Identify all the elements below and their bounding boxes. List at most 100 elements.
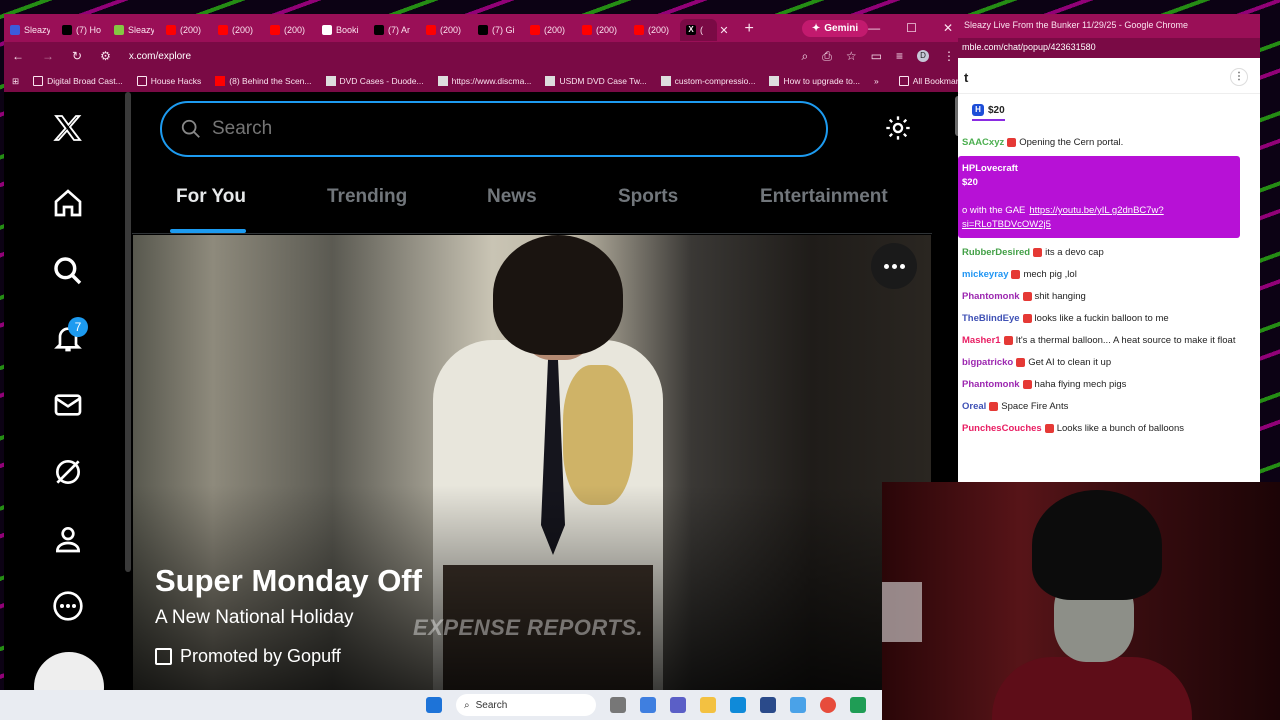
- settings-gear-icon[interactable]: [884, 114, 912, 142]
- rant-message: HPLovecraft $20 o with the GAE https://yout…: [958, 156, 1240, 238]
- url-field[interactable]: x.com/explore: [129, 51, 191, 62]
- tab-entertainment[interactable]: Entertainment: [760, 186, 888, 208]
- address-bar: ← → ↻ ⚙ x.com/explore ⌕ ⎙ ☆ ▭ ≡ D ⋮: [4, 42, 963, 70]
- browser-tab[interactable]: Sleazy: [4, 19, 56, 41]
- new-tab-button[interactable]: +: [745, 20, 754, 38]
- tab-news[interactable]: News: [487, 186, 537, 208]
- browser-tab[interactable]: Booki: [316, 19, 368, 41]
- hero-image-face: [523, 290, 593, 360]
- back-icon[interactable]: ←: [12, 49, 24, 63]
- all-bookmarks-button[interactable]: All Bookmarks: [898, 76, 963, 86]
- settings-app-icon[interactable]: [790, 697, 806, 713]
- profile-icon[interactable]: [52, 523, 84, 555]
- webcam-person-hat: [1032, 490, 1162, 600]
- store-icon[interactable]: [760, 697, 776, 713]
- close-window-icon[interactable]: ✕: [943, 21, 953, 35]
- x-logo-icon[interactable]: [52, 112, 84, 144]
- browser-tab[interactable]: (7) Gi: [472, 19, 524, 41]
- chat-text: Get AI to clean it up: [1028, 357, 1112, 368]
- promoted-arrow-icon: [155, 648, 172, 665]
- browser-tab[interactable]: (200): [524, 19, 576, 41]
- more-options-button[interactable]: [871, 243, 917, 289]
- chat-username[interactable]: RubberDesired: [962, 247, 1030, 258]
- browser-tab[interactable]: (200): [576, 19, 628, 41]
- browser-tab[interactable]: (7) Ar: [368, 19, 420, 41]
- maximize-icon[interactable]: ☐: [906, 21, 917, 35]
- chat-username[interactable]: bigpatricko: [962, 357, 1013, 368]
- chat-text: haha flying mech pigs: [1034, 379, 1127, 390]
- more-icon[interactable]: [52, 590, 84, 622]
- bookmark-item[interactable]: House Hacks: [136, 76, 201, 86]
- chat-username[interactable]: mickeyray: [962, 269, 1008, 280]
- hero-image-hair: [493, 235, 623, 355]
- bookmarks-bar: ⊞ Digital Broad Cast... House Hacks (8) Be…: [4, 70, 963, 92]
- youtube-icon: [215, 76, 226, 86]
- media-icon[interactable]: ≡: [896, 49, 903, 63]
- home-icon[interactable]: [52, 187, 84, 219]
- bookmark-item[interactable]: USDM DVD Case Tw...: [545, 76, 647, 86]
- copilot-icon[interactable]: [640, 697, 656, 713]
- chat-username[interactable]: Phantomonk: [962, 291, 1020, 302]
- sidebar-icon[interactable]: ▭: [871, 49, 882, 63]
- site-info-icon[interactable]: ⚙: [100, 49, 111, 63]
- chat-username[interactable]: Phantomonk: [962, 379, 1020, 390]
- gemini-button[interactable]: ✦ Gemini: [801, 19, 869, 37]
- rumble-icon: [10, 25, 20, 35]
- forward-icon[interactable]: →: [42, 49, 54, 63]
- minimize-icon[interactable]: —: [868, 21, 880, 35]
- more-bookmarks-icon[interactable]: »: [874, 76, 879, 86]
- chat-menu-icon[interactable]: ⋮: [1230, 68, 1248, 86]
- chat-username[interactable]: PunchesCouches: [962, 423, 1042, 434]
- post-button[interactable]: [34, 652, 104, 690]
- sidebar-scrollbar[interactable]: [125, 92, 131, 572]
- bookmark-item[interactable]: How to upgrade to...: [769, 76, 860, 86]
- browser-tab[interactable]: (200): [420, 19, 472, 41]
- edge-icon[interactable]: [730, 697, 746, 713]
- taskbar-search[interactable]: ⌕ Search: [456, 694, 596, 716]
- browser-tab[interactable]: (200): [212, 19, 264, 41]
- teams-icon[interactable]: [670, 697, 686, 713]
- chat-username[interactable]: SAACxyz: [962, 137, 1004, 148]
- chat-url: mble.com/chat/popup/423631580: [958, 38, 1260, 58]
- menu-icon[interactable]: ⋮: [943, 49, 955, 63]
- browser-tab[interactable]: Sleazy: [108, 19, 160, 41]
- install-icon[interactable]: ⎙: [822, 49, 832, 64]
- tab-trending[interactable]: Trending: [327, 186, 407, 208]
- chat-username[interactable]: Oreal: [962, 401, 986, 412]
- mail-icon[interactable]: [52, 389, 84, 421]
- bookmark-star-icon[interactable]: ☆: [846, 49, 857, 63]
- file-explorer-icon[interactable]: [700, 697, 716, 713]
- browser-tab[interactable]: (200): [160, 19, 212, 41]
- task-view-icon[interactable]: [610, 697, 626, 713]
- rant-pill[interactable]: H $20: [972, 104, 1005, 121]
- apps-grid-icon[interactable]: ⊞: [12, 76, 19, 87]
- tab-for-you[interactable]: For You: [176, 186, 246, 208]
- zoom-icon[interactable]: ⌕: [802, 49, 809, 64]
- promoted-hero-card[interactable]: EXPENSE REPORTS. Super Monday Off A New …: [133, 235, 931, 690]
- browser-tab[interactable]: (200): [264, 19, 316, 41]
- chrome-icon[interactable]: [820, 697, 836, 713]
- grok-icon[interactable]: [52, 456, 84, 488]
- tab-sports[interactable]: Sports: [618, 186, 678, 208]
- profile-avatar[interactable]: D: [917, 50, 929, 62]
- bookmark-item[interactable]: Digital Broad Cast...: [33, 76, 123, 86]
- promoted-text: Promoted by Gopuff: [180, 646, 341, 666]
- search-input[interactable]: [212, 118, 772, 140]
- bookmark-item[interactable]: https://www.discma...: [437, 76, 531, 86]
- reload-icon[interactable]: ↻: [72, 49, 82, 63]
- browser-tab[interactable]: (200): [628, 19, 680, 41]
- tab-active[interactable]: X (: [680, 19, 718, 41]
- bookmark-item[interactable]: custom-compressio...: [660, 76, 755, 86]
- obs-icon[interactable]: [850, 697, 866, 713]
- close-tab-icon[interactable]: ✕: [719, 24, 728, 37]
- chat-username[interactable]: Masher1: [962, 335, 1001, 346]
- windows-start-icon[interactable]: [426, 697, 442, 713]
- bookmark-item[interactable]: DVD Cases - Duode...: [325, 76, 424, 86]
- search-box[interactable]: [160, 101, 828, 157]
- browser-tab[interactable]: (7) Ho: [56, 19, 108, 41]
- chat-username[interactable]: TheBlindEye: [962, 313, 1020, 324]
- tab-label: (7) Gi: [492, 25, 515, 35]
- search-icon[interactable]: [52, 255, 84, 287]
- bookmark-item[interactable]: (8) Behind the Scen...: [215, 76, 312, 86]
- rant-username[interactable]: HPLovecraft: [962, 162, 1234, 176]
